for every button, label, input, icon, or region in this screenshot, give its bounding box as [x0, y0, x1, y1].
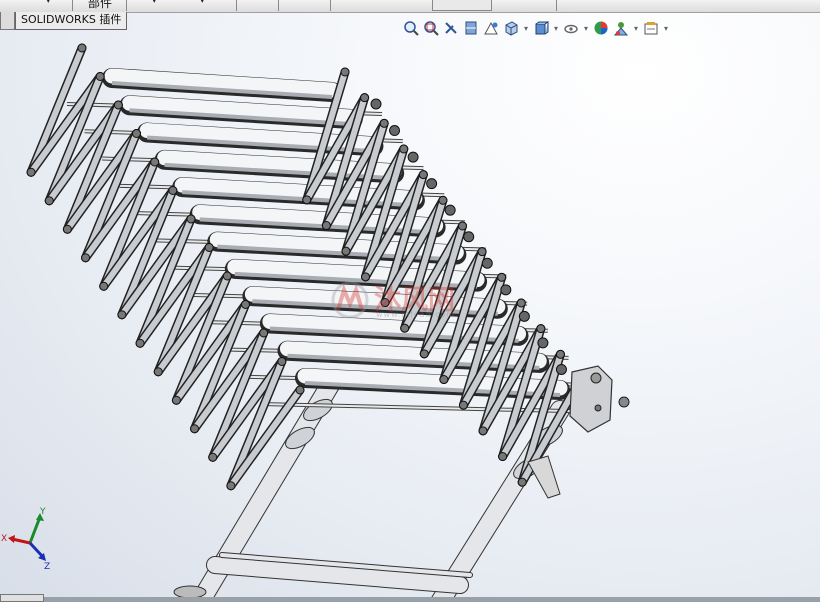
pin-cap — [426, 178, 438, 190]
pin-cap — [407, 151, 419, 163]
pivot-pin — [418, 170, 428, 180]
zoom-to-area-icon[interactable] — [422, 18, 440, 38]
pivot-pin — [340, 67, 350, 77]
pivot-pin — [438, 195, 448, 205]
pin-cap — [370, 98, 382, 110]
pivot-pin — [277, 357, 287, 366]
pivot-pin — [497, 272, 507, 282]
pivot-pin — [321, 221, 331, 230]
chevron-down-icon[interactable]: ▾ — [662, 18, 670, 38]
ribbon-button[interactable] — [432, 0, 492, 11]
pivot-pin — [439, 375, 449, 384]
edit-appearance-icon[interactable] — [592, 18, 610, 38]
watermark-logo-icon — [331, 281, 369, 319]
pivot-pin — [458, 221, 467, 231]
pivot-pin — [132, 129, 141, 138]
pivot-pin — [26, 167, 36, 177]
pin-cap — [389, 125, 401, 137]
chevron-down-icon[interactable]: ▾ — [200, 0, 205, 6]
pivot-pin — [241, 300, 250, 309]
pivot-pin — [226, 481, 236, 491]
view-settings-icon[interactable] — [642, 18, 660, 38]
pivot-pin — [81, 253, 91, 263]
chevron-down-icon[interactable]: ▾ — [522, 18, 530, 38]
pin-cap — [555, 363, 567, 375]
pivot-pin — [360, 93, 370, 103]
pivot-pin — [62, 224, 72, 234]
tab-solidworks-addins[interactable]: SOLIDWORKS 插件 — [15, 12, 128, 30]
pivot-pin — [517, 477, 527, 487]
triad-y-label: Y — [39, 507, 46, 517]
pivot-pin — [295, 385, 305, 395]
pin-cap — [463, 231, 475, 243]
status-strip — [0, 597, 820, 602]
tab-parts[interactable]: 部件 — [88, 0, 112, 11]
pivot-pin — [399, 144, 409, 154]
command-manager-tab-stub[interactable] — [0, 12, 15, 30]
pivot-pin — [190, 424, 200, 434]
pivot-pin — [113, 100, 123, 110]
watermark-subtext: www.mfcad.com — [376, 310, 456, 319]
pivot-pin — [99, 281, 109, 291]
pivot-pin — [44, 196, 54, 206]
pivot-pin — [117, 310, 127, 320]
zoom-to-fit-icon[interactable] — [402, 18, 420, 38]
pivot-pin — [135, 338, 145, 348]
pivot-pin — [95, 72, 105, 81]
section-view-icon[interactable] — [462, 18, 480, 38]
pivot-pin — [458, 400, 468, 410]
view-orientation-icon[interactable] — [502, 18, 520, 38]
pivot-pin — [77, 43, 87, 53]
pivot-pin — [536, 324, 546, 334]
chevron-down-icon[interactable]: ▾ — [552, 18, 560, 38]
pivot-pin — [153, 367, 163, 377]
pivot-pin — [222, 271, 232, 281]
pivot-pin — [150, 157, 160, 167]
pivot-pin — [341, 246, 351, 256]
pivot-pin — [478, 426, 488, 436]
pivot-pin — [498, 452, 508, 461]
pivot-pin — [477, 247, 487, 257]
pivot-pin — [302, 195, 312, 205]
coordinate-triad: Y X Z — [1, 507, 50, 572]
display-style-icon[interactable] — [532, 18, 550, 38]
heads-up-view-toolbar: ▾ ▾ ▾ ▾ ▾ — [402, 17, 670, 39]
pin-cap — [537, 337, 549, 349]
pivot-pin — [400, 323, 410, 333]
pin-cap — [518, 310, 530, 322]
pivot-pin — [186, 214, 196, 224]
pivot-pin — [555, 349, 565, 359]
pivot-pin — [171, 395, 181, 405]
pivot-pin — [379, 118, 389, 128]
pin-cap — [481, 257, 493, 269]
dynamic-annotation-icon[interactable] — [482, 18, 500, 38]
chevron-down-icon[interactable]: ▾ — [46, 0, 51, 6]
pin-cap — [444, 204, 456, 216]
previous-view-icon[interactable] — [442, 18, 460, 38]
triad-x-label: X — [1, 534, 7, 544]
graphics-viewport[interactable]: 沐风网 www.mfcad.com Y X Z — [0, 0, 820, 602]
triad-z-label: Z — [44, 562, 50, 572]
pivot-pin — [168, 186, 178, 195]
chevron-down-icon[interactable]: ▾ — [632, 18, 640, 38]
pivot-pin — [259, 328, 269, 338]
pivot-pin — [208, 452, 218, 462]
pivot-pin — [419, 349, 429, 359]
pivot-pin — [204, 243, 214, 252]
chevron-down-icon[interactable]: ▾ — [152, 0, 157, 6]
pivot-pin — [516, 298, 526, 308]
chevron-down-icon[interactable]: ▾ — [582, 18, 590, 38]
leg-crossbar — [207, 557, 468, 593]
watermark: 沐风网 www.mfcad.com — [330, 278, 490, 324]
model-tab-stub[interactable] — [0, 594, 44, 602]
pin-cap — [500, 284, 512, 296]
apply-scene-icon[interactable] — [612, 18, 630, 38]
hide-show-items-icon[interactable] — [562, 18, 580, 38]
